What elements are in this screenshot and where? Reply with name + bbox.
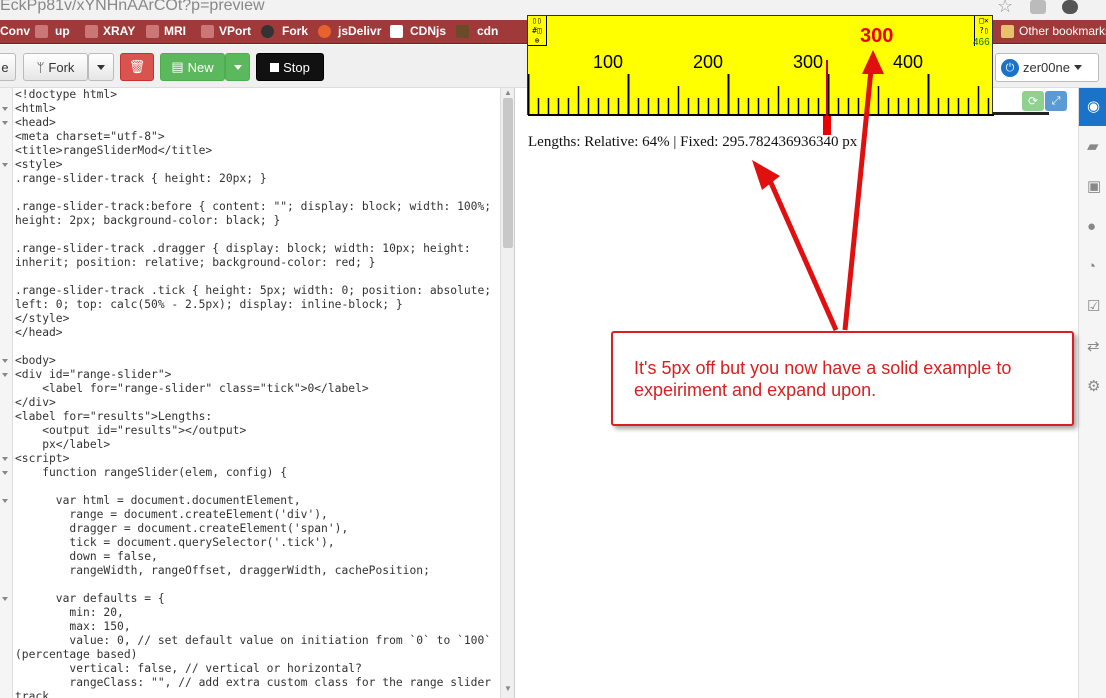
arrowhead-icon — [862, 50, 884, 74]
arrow-to-ruler — [842, 69, 874, 331]
arrowhead-icon — [752, 160, 780, 190]
callout-text: It's 5px off but you now have a solid ex… — [634, 358, 1012, 400]
annotation-callout: It's 5px off but you now have a solid ex… — [611, 331, 1074, 426]
arrow-to-output — [765, 174, 839, 332]
